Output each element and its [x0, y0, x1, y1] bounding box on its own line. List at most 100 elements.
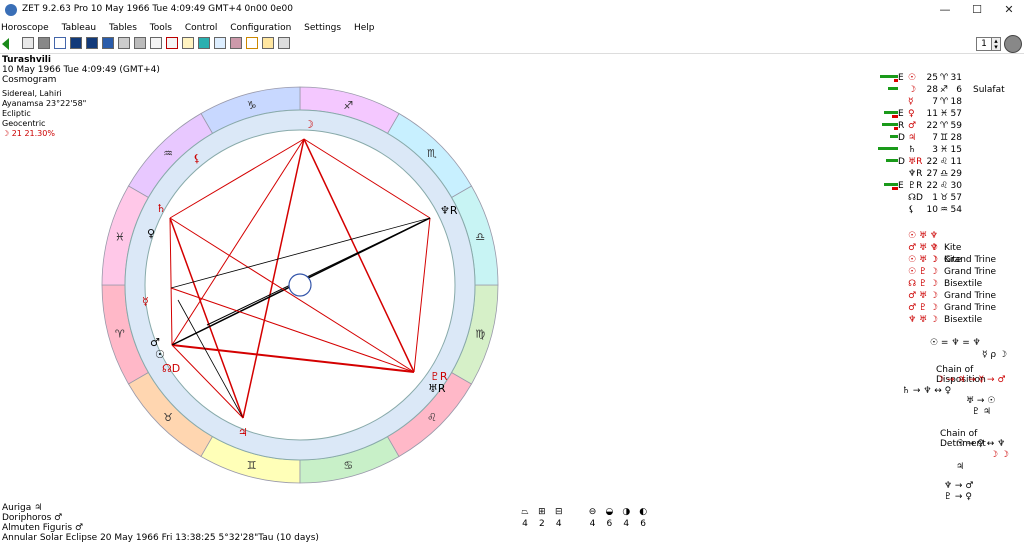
tool-button-7[interactable] — [118, 37, 130, 49]
tool-button-13[interactable] — [214, 37, 226, 49]
pattern-row: ☉ ♅ ☽ Grand Trine — [898, 254, 996, 266]
minimize-button[interactable]: — — [930, 2, 960, 18]
menu-configuration[interactable]: Configuration — [230, 21, 291, 35]
planet-glyph: ♂ — [150, 336, 160, 349]
pattern-glyphs: ♂ ♇ ☽ — [908, 303, 938, 313]
person-name: Turashvili — [2, 55, 51, 65]
menu-tables[interactable]: Tables — [109, 21, 137, 35]
tool-button-14[interactable] — [230, 37, 242, 49]
close-button[interactable]: ✕ — [994, 2, 1024, 18]
aspect-line — [171, 138, 305, 346]
planet-degree: 28 — [926, 85, 938, 95]
tool-button-1[interactable] — [22, 37, 34, 49]
zodiac-sign-glyph: ♈ — [115, 327, 125, 340]
pattern-glyphs: ♂ ♅ ☽ — [908, 291, 938, 301]
menu-help[interactable]: Help — [354, 21, 375, 35]
planet-minute: 59 — [950, 121, 962, 131]
tool-button-6[interactable] — [102, 37, 114, 49]
planet-degree: 7 — [932, 97, 938, 107]
eclipse-line: Annular Solar Eclipse 20 May 1966 Fri 13… — [2, 533, 319, 543]
disp-top-2: ☿ ρ ☽ — [982, 350, 1008, 360]
planet-glyph: ♀ — [147, 227, 155, 240]
menu-tableau[interactable]: Tableau — [62, 21, 97, 35]
tool-button-16[interactable] — [262, 37, 274, 49]
page-number-field[interactable]: 1 — [976, 37, 992, 51]
det-row-4: ♆ → ♂ — [944, 481, 974, 491]
planet-glyph-label: ☊D — [908, 193, 923, 203]
tool-button-4[interactable] — [70, 37, 82, 49]
zodiac-sign-glyph: ♌ — [427, 411, 437, 424]
window-title: ZET 9.2.63 Pro 10 May 1966 Tue 4:09:49 G… — [22, 4, 293, 14]
aspect-line — [171, 217, 431, 346]
menu-tools[interactable]: Tools — [150, 21, 172, 35]
menu-settings[interactable]: Settings — [304, 21, 341, 35]
birth-datetime: 10 May 1966 Tue 4:09:49 (GMT+4) — [2, 65, 160, 75]
aspect-line — [169, 138, 305, 219]
zodiac-sign-glyph: ♎ — [475, 231, 485, 244]
planet-degree: 22 — [926, 157, 938, 167]
back-arrow-icon[interactable] — [2, 38, 9, 50]
center-type: Geocentric — [2, 119, 46, 128]
moon-phase: ☽ 21 21.30% — [2, 129, 55, 138]
planet-glyph: ☊D — [162, 362, 180, 375]
tool-button-12[interactable] — [198, 37, 210, 49]
zodiac-sign-glyph: ♒ — [163, 147, 173, 160]
tool-button-11[interactable] — [182, 37, 194, 49]
disp-top-1: ☉ = ♆ = ♆ — [930, 338, 981, 348]
menu-horoscope[interactable]: Horoscope — [1, 21, 49, 35]
planet-glyph: ☽ — [304, 118, 314, 131]
planet-glyph-label: ♇R — [908, 181, 923, 191]
pattern-glyphs: ♆ ♅ ☽ — [908, 315, 938, 325]
planet-glyph-label: ♃ — [908, 133, 917, 143]
planet-glyph-label: ⚸ — [908, 205, 915, 215]
tool-button-9[interactable] — [150, 37, 162, 49]
air-icon: ◑ — [622, 507, 631, 517]
tool-button-5[interactable] — [86, 37, 98, 49]
strength-bar — [878, 147, 898, 150]
menu-bar: Horoscope Tableau Tables Tools Control C… — [0, 21, 1024, 35]
planet-glyph: ♃ — [238, 426, 248, 439]
page-spinner[interactable]: ▴ ▾ — [991, 37, 1001, 51]
planet-degree: 7 — [932, 133, 938, 143]
zodiac-segment — [386, 112, 473, 199]
tool-button-10[interactable] — [166, 37, 178, 49]
zodiac-segment — [200, 436, 301, 484]
strength-bar — [882, 123, 898, 126]
zodiac-type: Sidereal, Lahiri — [2, 89, 62, 98]
tool-button-8[interactable] — [134, 37, 146, 49]
planet-sign: ♊ — [940, 133, 949, 143]
planet-mark: D — [898, 133, 905, 143]
chart-info: Turashvili 10 May 1966 Tue 4:09:49 (GMT+… — [2, 55, 160, 139]
aspect-line — [171, 344, 415, 373]
toolbar: 1 ▴ ▾ — [0, 35, 1024, 54]
aspect-line — [169, 217, 415, 373]
tool-button-15[interactable] — [246, 37, 258, 49]
aspect-area — [144, 129, 456, 441]
mutable-icon: ⊟ — [554, 507, 563, 517]
planet-glyph: ⚸ — [193, 152, 201, 165]
planet-minute: 11 — [950, 157, 962, 167]
planet-glyph-label: ☉ — [908, 73, 917, 83]
planet-sign: ♓ — [940, 109, 949, 119]
planet-minute: 57 — [950, 193, 962, 203]
tool-button-17[interactable] — [278, 37, 290, 49]
count-air: 4 — [623, 519, 630, 529]
planet-mark: E — [898, 181, 904, 191]
tool-button-2[interactable] — [38, 37, 50, 49]
planet-minute: 15 — [950, 145, 962, 155]
fire-icon: ⊖ — [588, 507, 597, 517]
zodiac-sign-glyph: ♓ — [115, 231, 125, 244]
menu-control[interactable]: Control — [185, 21, 218, 35]
inner-ring — [124, 109, 476, 461]
maximize-button[interactable]: ☐ — [962, 2, 992, 18]
det-row-5: ♇ → ♀ — [944, 492, 972, 502]
zodiac-sign-glyph: ♉ — [163, 411, 173, 424]
aspect-line — [413, 217, 431, 373]
pattern-row: ♂ ♇ ☽ Grand Trine — [898, 302, 996, 314]
strength-bar — [886, 159, 898, 162]
zodiac-sign-glyph: ♋ — [343, 459, 353, 472]
tool-button-3[interactable] — [54, 37, 66, 49]
settings-gear-icon[interactable] — [1004, 35, 1022, 53]
planet-degree: 1 — [932, 193, 938, 203]
aspect-line — [170, 217, 431, 289]
